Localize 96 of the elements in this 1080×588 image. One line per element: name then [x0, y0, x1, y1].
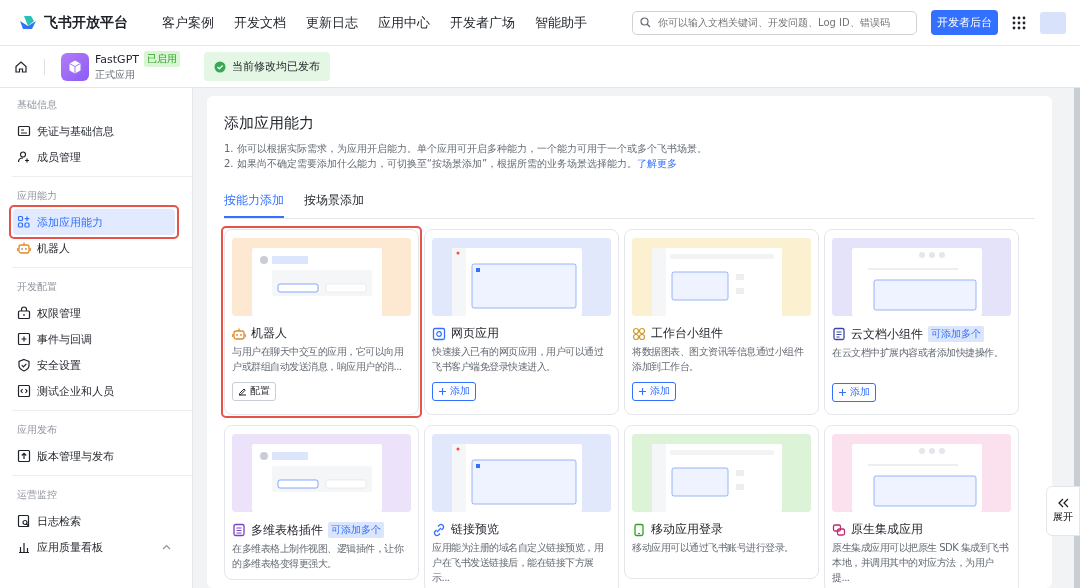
log-search-icon	[17, 514, 31, 528]
card-description: 在云文档中扩展内容或者添加快捷操作。	[832, 346, 1004, 360]
upload-icon	[17, 449, 31, 463]
notice-text: 当前修改均已发布	[232, 59, 320, 74]
sidebar-item[interactable]: 事件与回调	[13, 326, 175, 352]
user-add-icon	[17, 150, 31, 164]
capability-card[interactable]: 机器人 与用户在聊天中交互的应用，它可以向用户或群组自动发送消息，响应用户的消... 配置	[224, 229, 419, 415]
add-button[interactable]: 添加	[632, 382, 676, 401]
card-title: 机器人	[251, 326, 287, 341]
instruction-text: 2. 如果尚不确定需要添加什么能力，可切换至“按场景添加”，根据所需的业务场景选择能力。了解更多	[224, 157, 679, 171]
chart-icon	[17, 540, 31, 554]
link-icon	[432, 522, 446, 537]
logo-icon	[18, 14, 38, 31]
capability-card[interactable]: 原生集成应用 原生集成应用可以把原生 SDK 集成到飞书本地，并调用其中的对应方法，为用户提...	[824, 425, 1019, 588]
sidebar-item[interactable]: 测试企业和人员	[13, 378, 175, 404]
double-chevron-left-icon	[1057, 498, 1069, 508]
sidebar-item[interactable]: 权限管理	[13, 300, 175, 326]
id-card-icon	[17, 124, 31, 138]
card-title: 多维表格插件	[251, 522, 323, 538]
widget-icon	[632, 326, 646, 341]
home-icon[interactable]	[14, 59, 28, 74]
sidebar-item[interactable]: 版本管理与发布	[13, 443, 175, 469]
instruction-text: 1. 你可以根据实际需求，为应用开启能力。单个应用可开启多种能力，一个能力可用于一个或多个飞书场景。	[224, 142, 708, 156]
capability-card[interactable]: 工作台小组件 将数据图表、图文资讯等信息通过小组件添加到工作台。 添加	[624, 229, 819, 415]
card-description: 应用能为注册的域名自定义链接预览，用户在飞书发送链接后，能在链接下方展示...	[432, 541, 604, 585]
capability-card[interactable]: 网页应用 快速接入已有的网页应用，用户可以通过飞书客户端免登录快速进入。 添加	[424, 229, 619, 415]
nav-link[interactable]: 开发文档	[224, 13, 296, 32]
scrollbar[interactable]	[1074, 88, 1080, 588]
card-title: 网页应用	[451, 326, 499, 341]
document-icon	[832, 327, 846, 341]
card-title: 原生集成应用	[851, 522, 923, 537]
code-icon	[17, 384, 31, 398]
cube-icon	[67, 58, 83, 75]
sidebar-item[interactable]: 成员管理	[13, 144, 175, 170]
lock-icon	[17, 306, 31, 320]
capability-card[interactable]: 链接预览 应用能为注册的域名自定义链接预览，用户在飞书发送链接后，能在链接下方展示...	[424, 425, 619, 588]
add-button[interactable]: 添加	[832, 383, 876, 402]
section-title: 基础信息	[17, 98, 58, 112]
section-title: 应用发布	[17, 423, 58, 437]
sidebar-item[interactable]: 日志检索	[13, 508, 175, 534]
section-title: 应用能力	[17, 189, 58, 203]
section-title: 运营监控	[17, 488, 58, 502]
tab[interactable]: 按能力添加	[224, 187, 284, 218]
nav-link[interactable]: 智能助手	[525, 13, 597, 32]
phone-icon	[632, 522, 646, 537]
nav-link[interactable]: 开发者广场	[440, 13, 525, 32]
pencil-icon	[238, 387, 247, 396]
brand-name[interactable]: 飞书开放平台	[44, 13, 128, 32]
robot-icon	[17, 241, 31, 255]
overlap-squares-icon	[832, 522, 846, 537]
tag: 可添加多个	[328, 522, 384, 538]
card-description: 原生集成应用可以把原生 SDK 集成到飞书本地，并调用其中的对应方法，为用户提...	[832, 541, 1010, 585]
nav-link[interactable]: 应用中心	[368, 13, 440, 32]
card-description: 移动应用可以通过飞书账号进行登录。	[632, 541, 795, 555]
web-app-icon	[432, 326, 446, 341]
robot-icon	[232, 326, 246, 341]
add-button[interactable]: 添加	[432, 382, 476, 401]
app-type: 正式应用	[95, 68, 136, 82]
check-circle-icon	[214, 60, 226, 73]
status-badge: 已启用	[144, 51, 180, 67]
configure-button[interactable]: 配置	[232, 382, 276, 401]
card-description: 将数据图表、图文资讯等信息通过小组件添加到工作台。	[632, 345, 805, 374]
card-title: 云文档小组件	[851, 326, 923, 342]
plus-square-icon	[17, 332, 31, 346]
card-title: 移动应用登录	[651, 522, 723, 537]
tab[interactable]: 按场景添加	[304, 187, 364, 218]
plus-icon	[438, 387, 447, 396]
card-description: 快速接入已有的网页应用，用户可以通过飞书客户端免登录快速进入。	[432, 345, 605, 374]
shield-icon	[17, 358, 31, 372]
section-title: 开发配置	[17, 280, 58, 294]
card-description: 在多维表格上制作视图、逻辑插件，让你的多维表格变得更强大。	[232, 542, 405, 571]
grid-icon	[17, 215, 31, 229]
page-title: 添加应用能力	[224, 114, 315, 133]
plus-icon	[638, 387, 647, 396]
sidebar-item[interactable]: 安全设置	[13, 352, 175, 378]
apps-grid-icon[interactable]	[1012, 15, 1026, 30]
capability-card[interactable]: 云文档小组件 可添加多个 在云文档中扩展内容或者添加快捷操作。 添加	[824, 229, 1019, 415]
expand-button[interactable]: 展开	[1046, 486, 1080, 536]
nav-link[interactable]: 客户案例	[152, 13, 224, 32]
plus-icon	[838, 388, 847, 397]
card-title: 链接预览	[451, 522, 499, 537]
search-field[interactable]: 你可以输入文档关键词、开发问题、Log ID、错误码	[632, 10, 917, 35]
sidebar-item[interactable]: 机器人	[13, 235, 175, 261]
sidebar-item[interactable]: 应用质量看板	[13, 534, 175, 560]
search-icon	[640, 17, 651, 28]
capability-card[interactable]: 多维表格插件 可添加多个 在多维表格上制作视图、逻辑插件，让你的多维表格变得更强大。	[224, 425, 419, 580]
sidebar-item[interactable]: 凭证与基础信息	[13, 118, 175, 144]
capability-card[interactable]: 移动应用登录 移动应用可以通过飞书账号进行登录。	[624, 425, 819, 579]
console-button[interactable]: 开发者后台	[931, 10, 998, 35]
list-icon	[232, 523, 246, 537]
nav-link[interactable]: 更新日志	[296, 13, 368, 32]
learn-more-link[interactable]: 了解更多	[637, 158, 678, 169]
card-description: 与用户在聊天中交互的应用，它可以向用户或群组自动发送消息，响应用户的消...	[232, 345, 404, 374]
tag: 可添加多个	[928, 326, 984, 342]
card-title: 工作台小组件	[651, 326, 723, 341]
app-name: FastGPT	[95, 52, 139, 66]
